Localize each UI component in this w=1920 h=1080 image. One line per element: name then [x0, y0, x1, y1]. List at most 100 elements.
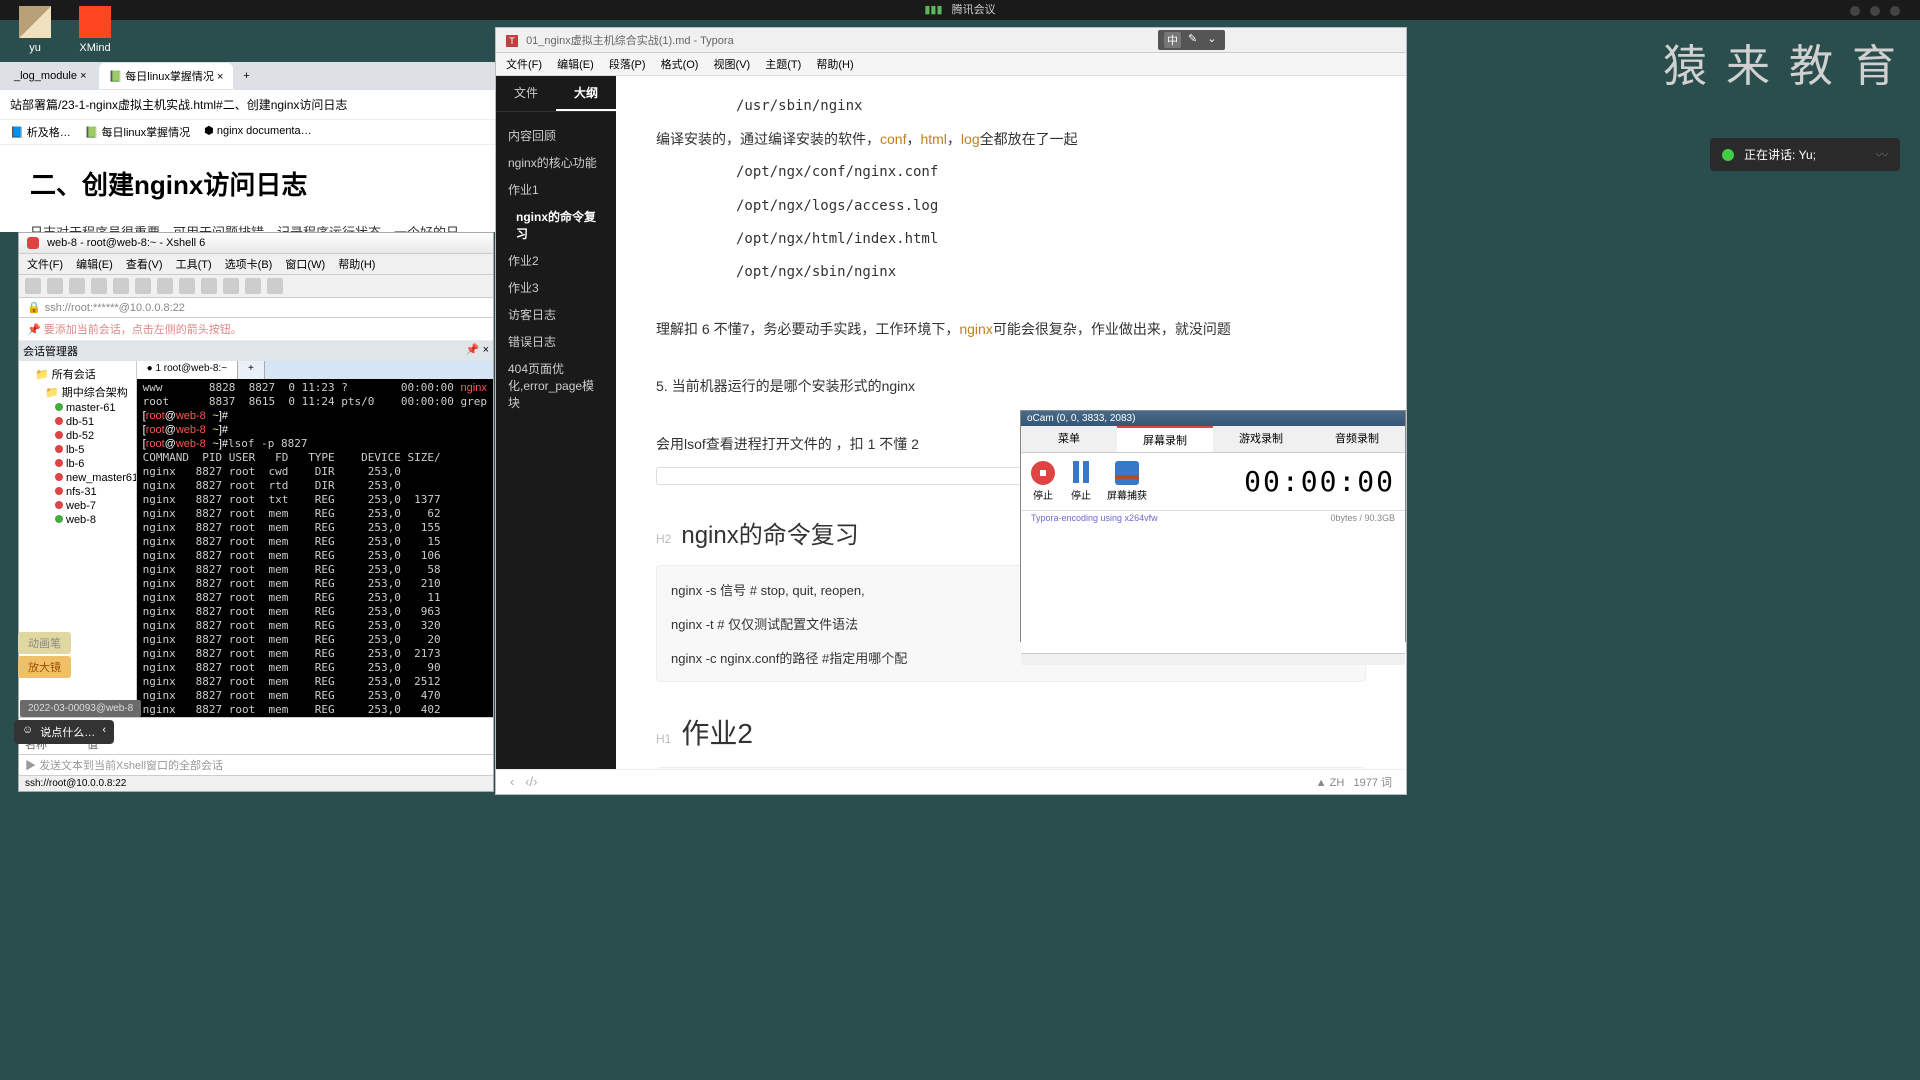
window-control-icon[interactable] — [1870, 6, 1880, 16]
window-control-icon[interactable] — [1890, 6, 1900, 16]
close-icon[interactable]: × — [217, 71, 223, 83]
desktop-icon-xmind[interactable]: XMind — [70, 6, 120, 54]
toolbar-button[interactable] — [135, 278, 151, 294]
stop-button[interactable]: 停止 — [1031, 461, 1055, 502]
outline-item[interactable]: nginx的核心功能 — [508, 149, 604, 176]
new-tab-button[interactable]: + — [235, 70, 257, 82]
ime-icon[interactable]: ⌄ — [1204, 32, 1219, 48]
chat-input[interactable]: ☺ 说点什么… ‹ — [14, 720, 114, 744]
menu-item[interactable]: 查看(V) — [126, 259, 163, 271]
xshell-titlebar[interactable]: web-8 - root@web-8:~ - Xshell 6 — [19, 233, 493, 254]
menu-item[interactable]: 编辑(E) — [557, 59, 594, 71]
toolbar-button[interactable] — [179, 278, 195, 294]
nav-arrows[interactable]: ‹ ‹/› — [510, 774, 537, 790]
ssh-path-bar[interactable]: 🔒ssh://root:******@10.0.0.8:22 — [19, 298, 493, 318]
tree-item[interactable]: 📁期中综合架构 — [23, 383, 132, 401]
capture-button[interactable]: 屏幕捕获 — [1107, 461, 1147, 502]
tree-item[interactable]: lb-5 — [23, 443, 132, 457]
toolbar-button[interactable] — [47, 278, 63, 294]
outline-item[interactable]: 404页面优化,error_page模块 — [508, 355, 604, 416]
annotation-pill[interactable]: 动画笔 — [18, 632, 71, 654]
menu-item[interactable]: 视图(V) — [714, 59, 751, 71]
window-control-icon[interactable] — [1850, 6, 1860, 16]
typora-sidebar: 文件 大纲 内容回顾 nginx的核心功能 作业1 nginx的命令复习 作业2… — [496, 76, 616, 786]
pause-button[interactable]: 停止 — [1069, 461, 1093, 502]
toolbar-button[interactable] — [245, 278, 261, 294]
outline-item[interactable]: 作业2 — [508, 247, 604, 274]
tree-item[interactable]: 📁所有会话 — [23, 365, 132, 383]
outline-item[interactable]: 访客日志 — [508, 301, 604, 328]
menu-item[interactable]: 帮助(H) — [338, 259, 375, 271]
outline-item[interactable]: 错误日志 — [508, 328, 604, 355]
ime-toolbar[interactable]: 中 ✎ ⌄ — [1158, 30, 1225, 50]
menu-item[interactable]: 格式(O) — [661, 59, 699, 71]
outline-item[interactable]: 作业3 — [508, 274, 604, 301]
ime-icon[interactable]: ✎ — [1185, 32, 1200, 48]
ime-lang[interactable]: 中 — [1164, 32, 1181, 48]
menu-item[interactable]: 选项卡(B) — [225, 259, 273, 271]
tree-item[interactable]: web-8 — [23, 513, 132, 527]
ocam-tab[interactable]: 游戏录制 — [1213, 426, 1309, 452]
tree-item[interactable]: lb-6 — [23, 457, 132, 471]
annotation-pill[interactable]: 放大镜 — [18, 656, 71, 678]
toolbar-button[interactable] — [25, 278, 41, 294]
tree-item[interactable]: db-52 — [23, 429, 132, 443]
chevron-left-icon[interactable]: ‹ — [102, 724, 106, 740]
menu-item[interactable]: 工具(T) — [176, 259, 212, 271]
typora-icon: T — [506, 35, 518, 47]
tree-item[interactable]: nfs-31 — [23, 485, 132, 499]
menu-item[interactable]: 窗口(W) — [285, 259, 325, 271]
toolbar-button[interactable] — [201, 278, 217, 294]
toolbar-button[interactable] — [113, 278, 129, 294]
menu-item[interactable]: 编辑(E) — [76, 259, 113, 271]
menu-item[interactable]: 段落(P) — [609, 59, 646, 71]
watermark: 猿 来 教 育 — [1663, 30, 1900, 94]
toolbar-button[interactable] — [91, 278, 107, 294]
sidebar-tab-outline[interactable]: 大纲 — [556, 76, 616, 111]
outline-item[interactable]: 作业1 — [508, 176, 604, 203]
ocam-tab[interactable]: 音频录制 — [1309, 426, 1405, 452]
send-to-all-bar[interactable]: ▶ 发送文本到当前Xshell窗口的全部会话 — [19, 754, 493, 775]
terminal-output[interactable]: www 8828 8827 0 11:23 ? 00:00:00 nginx r… — [137, 379, 493, 771]
bookmark-item[interactable]: 📗 每日linux掌握情况 — [85, 124, 190, 140]
toolbar-button[interactable] — [69, 278, 85, 294]
ocam-tab[interactable]: 菜单 — [1021, 426, 1117, 452]
browser-tab[interactable]: 📗 每日linux掌握情况 × — [99, 63, 234, 89]
terminal-new-tab[interactable]: + — [238, 361, 265, 379]
toolbar-button[interactable] — [223, 278, 239, 294]
ocam-titlebar[interactable]: oCam (0, 0, 3833, 2083) — [1021, 411, 1405, 426]
menu-item[interactable]: 文件(F) — [506, 59, 542, 71]
tree-item[interactable]: web-7 — [23, 499, 132, 513]
menu-item[interactable]: 帮助(H) — [816, 59, 853, 71]
code-line: /usr/sbin/nginx — [656, 94, 1366, 119]
typora-titlebar[interactable]: T 01_nginx虚拟主机综合实战(1).md - Typora — [496, 28, 1406, 53]
sidebar-tab-file[interactable]: 文件 — [496, 76, 556, 111]
toolbar-button[interactable] — [157, 278, 173, 294]
address-bar[interactable]: 站部署篇/23-1-nginx虚拟主机实战.html#二、创建nginx访问日志 — [0, 90, 495, 120]
session-manager-header: 会话管理器📌 × — [19, 341, 493, 361]
menu-item[interactable]: 文件(F) — [27, 259, 63, 271]
toolbar-button[interactable] — [267, 278, 283, 294]
folder-icon — [19, 6, 51, 38]
bookmark-item[interactable]: 📘 析及格… — [10, 124, 71, 140]
desktop-icon-yu[interactable]: yu — [10, 6, 60, 54]
outline-item[interactable]: 内容回顾 — [508, 122, 604, 149]
close-icon[interactable]: × — [80, 70, 86, 82]
status-warn-icon[interactable]: ▲ — [1316, 777, 1327, 789]
terminal-tab[interactable]: ● 1 root@web-8:~ — [137, 361, 238, 379]
bookmark-item[interactable]: ⬢ nginx documenta… — [204, 124, 311, 140]
tree-item[interactable]: master-61 — [23, 401, 132, 415]
speaking-indicator: 正在讲话: Yu; 〰 — [1710, 138, 1900, 171]
scrollbar[interactable] — [1021, 653, 1405, 665]
tree-item[interactable]: db-51 — [23, 415, 132, 429]
word-count[interactable]: 1977 词 — [1353, 777, 1392, 789]
menu-item[interactable]: 主题(T) — [765, 59, 801, 71]
browser-tabstrip: _log_module × 📗 每日linux掌握情况 × + — [0, 62, 495, 90]
tree-item[interactable]: new_master61 — [23, 471, 132, 485]
browser-tab[interactable]: _log_module × — [4, 65, 97, 87]
status-lang[interactable]: ZH — [1330, 777, 1345, 789]
ocam-tab[interactable]: 屏幕录制 — [1117, 426, 1213, 452]
outline-item[interactable]: nginx的命令复习 — [508, 203, 604, 247]
emoji-icon[interactable]: ☺ — [22, 724, 33, 740]
pin-icon[interactable]: 📌 × — [466, 343, 489, 359]
